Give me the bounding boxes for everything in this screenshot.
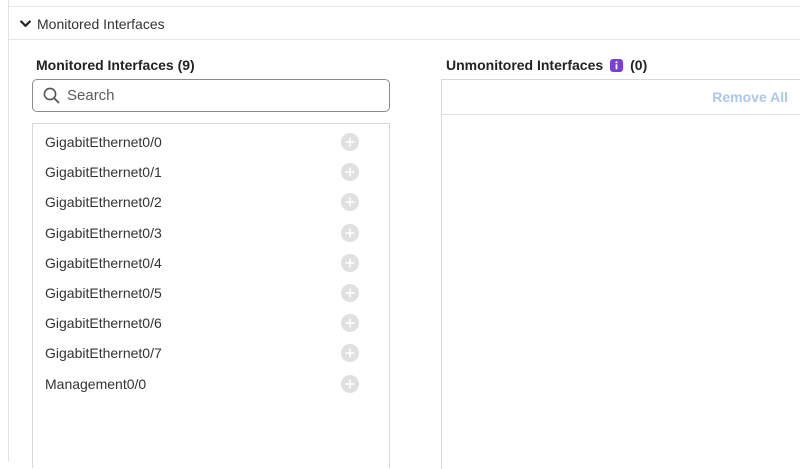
list-item[interactable]: GigabitEthernet0/6 <box>33 308 389 338</box>
interface-name: GigabitEthernet0/0 <box>45 134 162 151</box>
section-header-monitored-interfaces[interactable]: Monitored Interfaces <box>9 8 800 40</box>
list-item[interactable]: GigabitEthernet0/5 <box>33 278 389 308</box>
monitored-interfaces-list-panel: GigabitEthernet0/0 GigabitEthernet0/1 Gi… <box>32 123 390 468</box>
interface-name: Management0/0 <box>45 375 147 392</box>
interface-name: GigabitEthernet0/7 <box>45 345 162 362</box>
list-item[interactable]: Management0/0 <box>33 369 389 399</box>
section-title: Monitored Interfaces <box>37 15 165 32</box>
plus-circle-icon[interactable] <box>341 344 359 363</box>
monitored-interfaces-list: GigabitEthernet0/0 GigabitEthernet0/1 Gi… <box>33 124 389 399</box>
unmonitored-interfaces-panel: Remove All <box>441 79 800 469</box>
list-item[interactable]: GigabitEthernet0/3 <box>33 218 389 248</box>
list-item[interactable]: GigabitEthernet0/7 <box>33 338 389 368</box>
plus-circle-icon[interactable] <box>341 314 359 333</box>
interface-name: GigabitEthernet0/6 <box>45 315 162 332</box>
unmonitored-interfaces-title: Unmonitored Interfaces (0) <box>446 57 647 73</box>
plus-circle-icon[interactable] <box>341 193 359 212</box>
interface-name: GigabitEthernet0/4 <box>45 254 162 271</box>
search-input[interactable] <box>65 86 369 105</box>
remove-all-button[interactable]: Remove All <box>712 89 788 105</box>
info-icon[interactable] <box>610 58 624 72</box>
search-box[interactable] <box>32 79 390 112</box>
monitored-interfaces-title: Monitored Interfaces (9) <box>36 57 195 73</box>
plus-circle-icon[interactable] <box>341 253 359 272</box>
unmonitored-count: (0) <box>630 57 648 73</box>
unmonitored-panel-header: Remove All <box>442 80 800 115</box>
plus-circle-icon[interactable] <box>341 163 359 182</box>
search-icon <box>43 87 60 104</box>
plus-circle-icon[interactable] <box>341 374 359 393</box>
list-item[interactable]: GigabitEthernet0/2 <box>33 187 389 217</box>
chevron-down-icon[interactable] <box>19 18 31 30</box>
plus-circle-icon[interactable] <box>341 133 359 152</box>
interface-name: GigabitEthernet0/5 <box>45 285 162 302</box>
monitored-title-text: Monitored Interfaces (9) <box>36 57 195 73</box>
interface-name: GigabitEthernet0/3 <box>45 224 162 241</box>
list-item[interactable]: GigabitEthernet0/1 <box>33 157 389 187</box>
plus-circle-icon[interactable] <box>341 223 359 242</box>
interface-name: GigabitEthernet0/1 <box>45 164 162 181</box>
unmonitored-title-text: Unmonitored Interfaces <box>446 57 604 73</box>
interface-name: GigabitEthernet0/2 <box>45 194 162 211</box>
list-item[interactable]: GigabitEthernet0/4 <box>33 248 389 278</box>
list-item[interactable]: GigabitEthernet0/0 <box>33 127 389 157</box>
plus-circle-icon[interactable] <box>341 284 359 303</box>
